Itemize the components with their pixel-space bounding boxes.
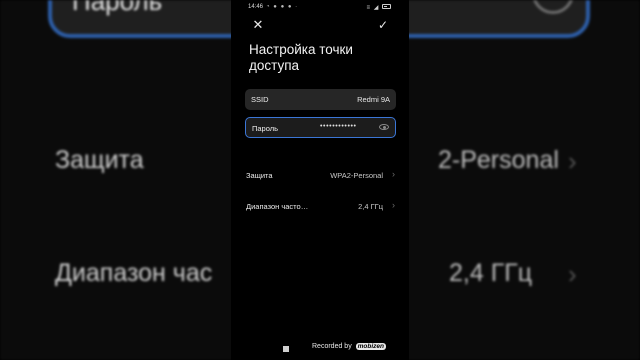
background-chevron-icon: › [568, 259, 577, 289]
frequency-band-value: 2,4 ГГц [358, 202, 383, 211]
background-security-label: Защита [55, 146, 144, 174]
background-band-value: 2,4 ГГц [449, 259, 533, 287]
status-icons: ≡ ◢ [367, 4, 391, 11]
phone-screen: 14:46 ◔ ● ● ● · ≡ ◢ ✕ ✓ Настройка точки … [231, 0, 409, 360]
background-password-label: Пароль [72, 0, 163, 16]
status-bar: 14:46 ◔ ● ● ● · ≡ ◢ [231, 0, 409, 14]
battery-icon [382, 4, 391, 10]
eye-icon[interactable] [379, 124, 389, 130]
password-value: •••••••••••• [320, 123, 357, 130]
security-label: Защита [246, 171, 273, 180]
background-security-value: 2-Personal [438, 146, 559, 174]
chevron-right-icon: › [392, 169, 395, 179]
ssid-field[interactable]: SSID Redmi 9A [245, 89, 396, 110]
password-label: Пароль [252, 124, 279, 133]
frequency-band-row[interactable]: Диапазон часто… 2,4 ГГц › [245, 197, 396, 215]
page-title: Настройка точки доступа [249, 42, 353, 73]
security-row[interactable]: Защита WPA2-Personal › [245, 166, 396, 184]
watermark-text: Recorded by [312, 343, 352, 350]
password-field[interactable]: Пароль •••••••••••• [245, 117, 396, 138]
mobizen-logo: mobizen [355, 343, 387, 350]
ssid-value: Redmi 9A [357, 95, 390, 104]
chevron-right-icon: › [392, 200, 395, 210]
save-check-icon[interactable]: ✓ [376, 18, 390, 32]
notification-icons: ◔ ● ● ● · [266, 3, 299, 10]
security-value: WPA2-Personal [330, 171, 383, 180]
ssid-label: SSID [251, 95, 269, 104]
background-chevron-icon: › [568, 146, 577, 176]
background-band-label: Диапазон час [55, 259, 213, 287]
frequency-band-label: Диапазон часто… [246, 202, 309, 211]
recorder-watermark: Recorded by mobizen [312, 343, 387, 350]
status-time: 14:46 [248, 4, 264, 10]
close-icon[interactable]: ✕ [251, 18, 265, 32]
recent-apps-icon[interactable] [283, 346, 289, 352]
signal-icon: ≡ ◢ [366, 4, 380, 11]
